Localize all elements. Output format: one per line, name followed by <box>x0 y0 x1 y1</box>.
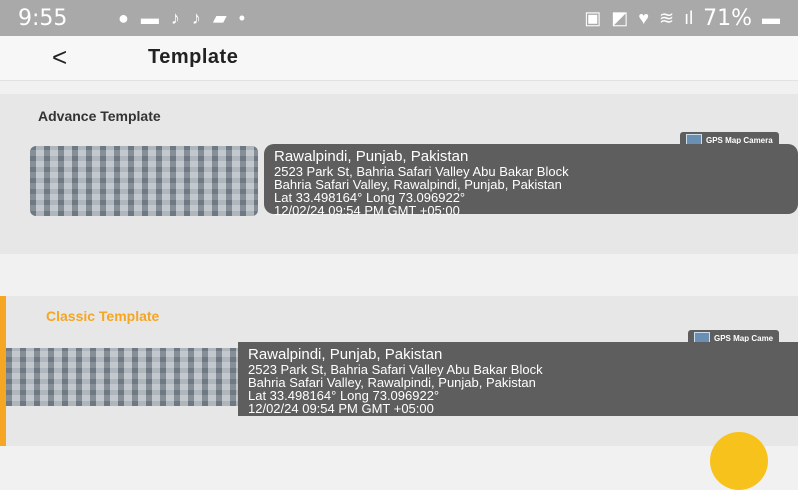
template-card-advance[interactable]: Advance Template GPS Map Camera Rawalpin… <box>0 94 798 254</box>
shopping-bag-icon: ▰ <box>212 8 227 28</box>
battery-text: 71% <box>703 6 752 31</box>
back-button[interactable]: < <box>52 42 67 73</box>
timestamp-line: 12/02/24 09:54 PM GMT +05:00 <box>248 401 434 416</box>
timestamp-line: 12/02/24 09:54 PM GMT +05:00 <box>274 203 460 218</box>
floating-action-button[interactable] <box>710 432 768 490</box>
page-title: Template <box>148 46 239 68</box>
status-time: 9:55 <box>18 6 68 31</box>
tiktok-icon: ♪ <box>191 8 201 28</box>
nfc-icon: ◩ <box>611 8 629 28</box>
location-icon: ♥ <box>638 8 649 28</box>
template-title: Classic Template <box>46 308 160 324</box>
signal-icon: ıl <box>684 8 694 28</box>
location-card: Rawalpindi, Punjab, Pakistan 2523 Park S… <box>238 342 798 416</box>
location-card: Rawalpindi, Punjab, Pakistan 2523 Park S… <box>264 144 798 218</box>
template-card-classic[interactable]: Classic Template GPS Map Came Rawalpindi… <box>0 296 798 446</box>
status-bar: 9:55 ● ▬ ♪ ♪ ▰ • ▣ ◩ ♥ ≋ ıl 71% ▬ <box>0 0 798 36</box>
location-line: Rawalpindi, Punjab, Pakistan <box>248 346 443 363</box>
app-bar: < Template <box>0 36 798 81</box>
wifi-icon: ≋ <box>659 8 675 28</box>
template-title: Advance Template <box>38 108 161 124</box>
map-thumbnail <box>30 146 258 216</box>
dot-icon: • <box>238 8 246 28</box>
status-right: ▣ ◩ ♥ ≋ ıl 71% ▬ <box>584 6 780 31</box>
battery-icon: ▬ <box>762 8 780 28</box>
youtube-icon: ▬ <box>140 8 159 28</box>
map-thumbnail <box>6 348 238 406</box>
tiktok-icon: ♪ <box>170 8 180 28</box>
location-line: Rawalpindi, Punjab, Pakistan <box>274 148 469 165</box>
facebook-icon: ● <box>118 8 129 28</box>
notification-icons: ● ▬ ♪ ♪ ▰ • <box>118 8 245 29</box>
screenshot-icon: ▣ <box>584 8 602 28</box>
